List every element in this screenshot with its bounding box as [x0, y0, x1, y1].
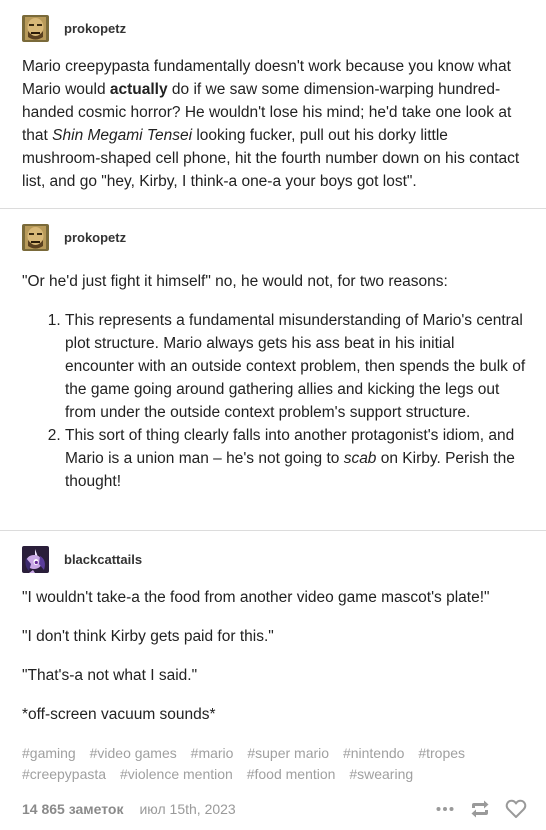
post-1-bold: actually — [109, 81, 168, 98]
post-2-header: prokopetz — [22, 223, 126, 251]
post-1-username[interactable]: prokopetz — [64, 21, 126, 36]
tag-link[interactable]: #super mario — [247, 743, 329, 764]
post-date[interactable]: июл 15th, 2023 — [139, 801, 235, 817]
tag-link[interactable]: #video games — [90, 743, 177, 764]
tag-link[interactable]: #tropes — [418, 743, 465, 764]
post-3-header: blackcattails — [22, 545, 142, 573]
post-3-paragraph: "That's-a not what I said." — [22, 667, 198, 684]
post-2-username[interactable]: prokopetz — [64, 230, 126, 245]
heart-icon[interactable] — [505, 799, 527, 819]
tag-link[interactable]: #nintendo — [343, 743, 405, 764]
post-1-paragraph: Mario creepypasta fundamentally doesn't … — [22, 55, 527, 193]
post-3-paragraph: "I wouldn't take-a the food from another… — [22, 589, 490, 606]
avatar[interactable] — [22, 14, 49, 42]
avatar[interactable] — [22, 545, 49, 573]
list-item: This represents a fundamental misunderst… — [65, 309, 527, 424]
post-divider — [0, 530, 546, 531]
post-divider — [0, 208, 546, 209]
post-3-body: "I wouldn't take-a the food from another… — [22, 586, 527, 726]
notes-count[interactable]: 14 865 заметок — [22, 801, 123, 817]
post-3-paragraph: "I don't think Kirby gets paid for this.… — [22, 628, 274, 645]
tag-link[interactable]: #violence mention — [120, 764, 233, 785]
post-3-username[interactable]: blackcattails — [64, 552, 142, 567]
post-1-italic: Shin Megami Tensei — [52, 127, 193, 144]
tag-link[interactable]: #mario — [191, 743, 234, 764]
avatar[interactable] — [22, 223, 49, 251]
post-1-header: prokopetz — [22, 14, 126, 42]
post-2-list: This represents a fundamental misunderst… — [22, 309, 527, 493]
tag-link[interactable]: #gaming — [22, 743, 76, 764]
post-2-intro: "Or he'd just fight it himself" no, he w… — [22, 273, 448, 290]
post-2-body: "Or he'd just fight it himself" no, he w… — [22, 270, 527, 493]
tag-link[interactable]: #creepypasta — [22, 764, 106, 785]
more-icon[interactable] — [435, 799, 455, 819]
tag-link[interactable]: #swearing — [349, 764, 413, 785]
list-item-italic: scab — [343, 450, 377, 467]
list-item: This sort of thing clearly falls into an… — [65, 424, 527, 493]
post-1-body: Mario creepypasta fundamentally doesn't … — [22, 55, 527, 193]
post-actions — [435, 799, 527, 819]
post-3-paragraph: *off-screen vacuum sounds* — [22, 706, 216, 723]
reblog-icon[interactable] — [469, 799, 491, 819]
tag-list: #gaming #video games #mario #super mario… — [22, 743, 527, 785]
post-footer: 14 865 заметок июл 15th, 2023 — [22, 797, 527, 821]
tag-link[interactable]: #food mention — [247, 764, 336, 785]
